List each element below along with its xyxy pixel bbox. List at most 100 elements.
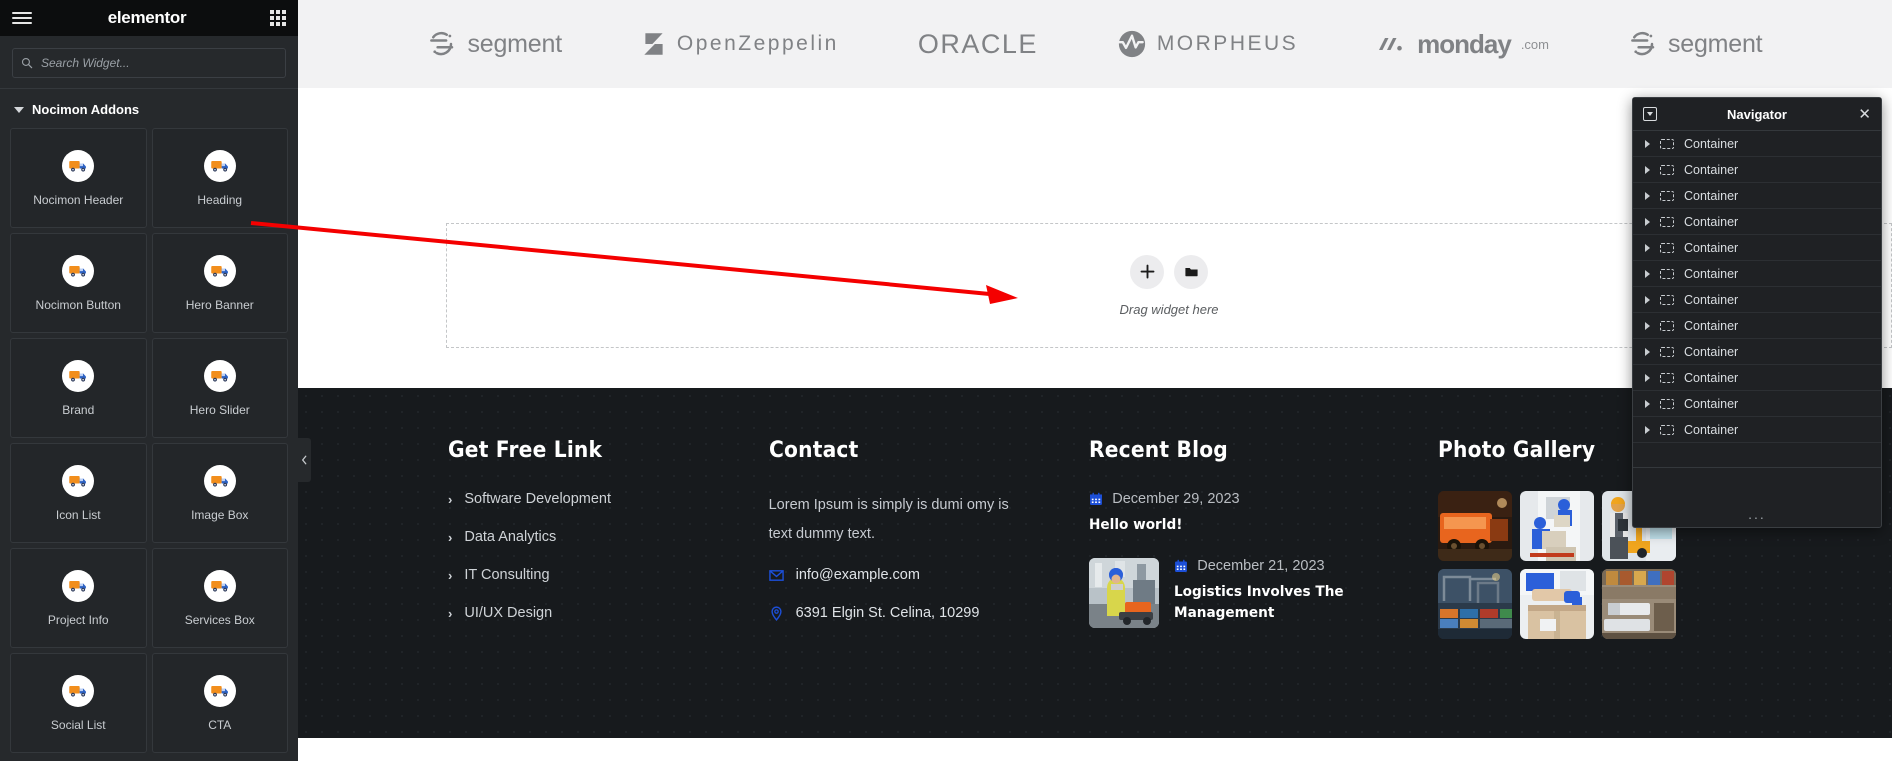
chevron-right-icon[interactable]	[1645, 217, 1650, 226]
apps-grid-icon[interactable]	[270, 10, 286, 26]
footer-title: Get Free Link	[448, 438, 603, 463]
link-label: UI/UX Design	[464, 605, 553, 621]
chevron-right-icon[interactable]	[1645, 243, 1650, 252]
panel-collapse-handle[interactable]	[298, 438, 311, 482]
footer-link-data-analytics[interactable]: › Data Analytics	[448, 529, 739, 545]
contact-address[interactable]: 6391 Elgin St. Celina, 10299	[769, 605, 1060, 621]
gallery-image-workers-loading-van[interactable]	[1519, 491, 1594, 561]
chevron-right-icon[interactable]	[1645, 139, 1650, 148]
category-header-nocimon-addons[interactable]: Nocimon Addons	[0, 88, 298, 128]
navigator-item-label: Container	[1684, 162, 1739, 177]
navigator-item-container[interactable]: Container	[1633, 261, 1881, 287]
blog-thumbnail-warehouse-worker[interactable]	[1089, 558, 1160, 629]
container-icon	[1660, 190, 1674, 201]
navigator-item-label: Container	[1684, 266, 1739, 281]
widget-project-info[interactable]: Project Info	[10, 548, 147, 648]
footer-link-software-development[interactable]: › Software Development	[448, 491, 739, 507]
navigator-item-container[interactable]: Container	[1633, 287, 1881, 313]
chevron-right-icon[interactable]	[1645, 295, 1650, 304]
navigator-item-label: Container	[1684, 240, 1739, 255]
navigator-item-container[interactable]: Container	[1633, 417, 1881, 443]
logo-openzeppelin: OpenZeppelin	[641, 30, 839, 58]
chevron-right-icon[interactable]	[1645, 373, 1650, 382]
truck-icon	[203, 255, 236, 287]
navigator-item-label: Container	[1684, 188, 1739, 203]
navigator-footer[interactable]: ...	[1633, 467, 1881, 527]
open-template-library-button[interactable]	[1174, 254, 1208, 289]
truck-icon	[62, 675, 95, 707]
chevron-right-icon[interactable]	[1645, 165, 1650, 174]
widget-nocimon-button[interactable]: Nocimon Button	[10, 233, 147, 333]
footer-link-ui-ux-design[interactable]: › UI/UX Design	[448, 605, 739, 621]
gallery-image-port-container-cranes[interactable]	[1437, 569, 1512, 639]
dropzone-label: Drag widget here	[1119, 301, 1219, 317]
blog-post-hello-world: December 29, 2023 Hello world!	[1089, 491, 1407, 536]
widget-icon-list[interactable]: Icon List	[10, 443, 147, 543]
category-title: Nocimon Addons	[32, 102, 140, 117]
navigator-item-container[interactable]: Container	[1633, 235, 1881, 261]
segment-mark-icon	[430, 31, 454, 56]
search-box[interactable]	[12, 48, 286, 78]
add-widget-button[interactable]	[1130, 254, 1164, 289]
chevron-right-icon[interactable]	[1645, 425, 1650, 434]
navigator-item-container[interactable]: Container	[1633, 183, 1881, 209]
widget-heading[interactable]: Heading	[151, 128, 288, 228]
chevron-right-icon[interactable]	[1645, 191, 1650, 200]
blog-date: December 21, 2023	[1197, 558, 1325, 575]
navigator-panel: Navigator ✕ Container Container Containe…	[1632, 97, 1882, 528]
map-pin-icon	[770, 605, 782, 621]
container-icon	[1660, 242, 1674, 253]
close-icon[interactable]: ✕	[1857, 107, 1871, 122]
gallery-image-taping-a-box[interactable]	[1519, 569, 1594, 639]
logo-morpheus: MORPHEUS	[1117, 29, 1298, 59]
chevron-right-icon[interactable]	[1645, 347, 1650, 356]
logo-suffix: .com	[1520, 36, 1549, 52]
navigator-item-container[interactable]: Container	[1633, 391, 1881, 417]
openzeppelin-mark-icon	[644, 33, 663, 55]
gallery-image-orange-truck-at-night[interactable]	[1437, 491, 1512, 561]
dock-icon[interactable]	[1643, 107, 1657, 121]
widget-hero-slider[interactable]: Hero Slider	[151, 338, 288, 438]
widget-cta[interactable]: CTA	[151, 653, 288, 753]
search-icon	[21, 57, 33, 69]
footer-title: Contact	[768, 438, 859, 463]
widget-nocimon-header[interactable]: Nocimon Header	[10, 128, 147, 228]
chevron-right-icon: ›	[448, 529, 453, 545]
gallery-image-stacked-timber-and-trucks[interactable]	[1601, 569, 1676, 639]
chevron-right-icon[interactable]	[1645, 269, 1650, 278]
navigator-item-label: Container	[1684, 396, 1739, 411]
truck-icon	[203, 150, 236, 182]
widget-label: Services Box	[184, 613, 255, 627]
contact-email[interactable]: info@example.com	[768, 567, 1060, 583]
search-container	[0, 36, 298, 88]
widget-services-box[interactable]: Services Box	[151, 548, 288, 648]
segment-mark-icon	[1631, 31, 1655, 56]
logo-segment-2: segment	[1628, 29, 1763, 59]
widget-hero-banner[interactable]: Hero Banner	[151, 233, 288, 333]
navigator-item-container[interactable]: Container	[1633, 131, 1881, 157]
blog-title[interactable]: Logistics Involves The Management	[1174, 582, 1393, 624]
navigator-item-label: Container	[1684, 370, 1739, 385]
logo-text: ORACLE	[917, 28, 1038, 59]
navigator-item-container[interactable]: Container	[1633, 313, 1881, 339]
widget-image-box[interactable]: Image Box	[151, 443, 288, 543]
address-text: 6391 Elgin St. Celina, 10299	[795, 605, 980, 621]
widget-brand[interactable]: Brand	[10, 338, 147, 438]
navigator-more-label: ...	[1748, 506, 1766, 522]
navigator-item-label: Container	[1684, 318, 1739, 333]
footer-link-it-consulting[interactable]: › IT Consulting	[448, 567, 739, 583]
container-icon	[1660, 268, 1674, 279]
navigator-item-container[interactable]: Container	[1633, 209, 1881, 235]
truck-icon	[62, 570, 95, 602]
search-input[interactable]	[41, 56, 277, 70]
navigator-item-container[interactable]: Container	[1633, 339, 1881, 365]
navigator-item-container[interactable]: Container	[1633, 365, 1881, 391]
chevron-right-icon[interactable]	[1645, 399, 1650, 408]
blog-date: December 29, 2023	[1112, 491, 1240, 507]
navigator-item-container[interactable]: Container	[1633, 157, 1881, 183]
chevron-right-icon[interactable]	[1645, 321, 1650, 330]
truck-icon	[203, 570, 236, 602]
truck-icon	[203, 465, 236, 497]
blog-title[interactable]: Hello world!	[1089, 515, 1230, 536]
widget-social-list[interactable]: Social List	[10, 653, 147, 753]
